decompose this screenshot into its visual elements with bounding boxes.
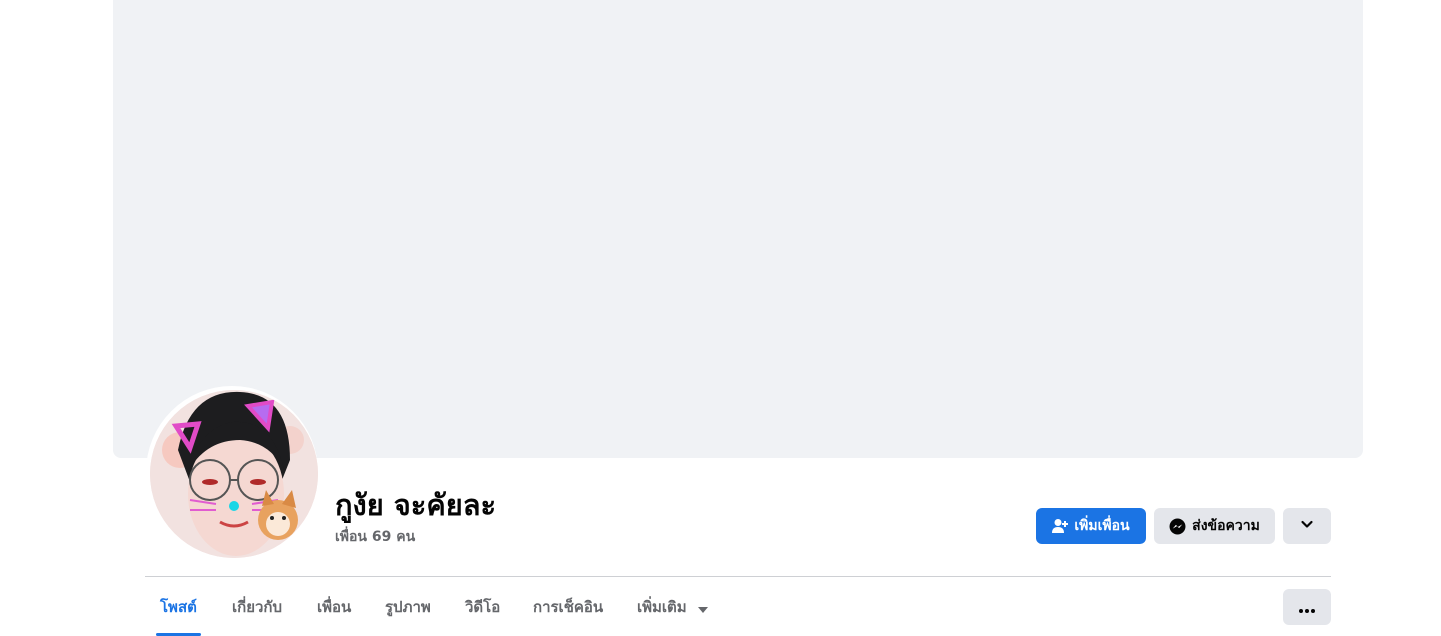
message-button[interactable]: ส่งข้อความ xyxy=(1154,508,1275,544)
tabs-overflow-button[interactable] xyxy=(1283,589,1331,625)
tab-about-label: เกี่ยวกับ xyxy=(232,598,283,616)
tab-about[interactable]: เกี่ยวกับ xyxy=(232,588,282,628)
tab-photos[interactable]: รูปภาพ xyxy=(385,588,431,628)
profile-avatar[interactable] xyxy=(150,390,318,558)
profile-divider xyxy=(145,576,1331,577)
tab-more[interactable]: เพิ่มเติม xyxy=(637,588,708,628)
friends-count[interactable]: เพื่อน 69 คน xyxy=(335,526,415,548)
tab-more-label: เพิ่มเติม xyxy=(637,598,687,616)
ellipsis-icon xyxy=(1299,598,1315,617)
user-plus-icon xyxy=(1052,518,1069,534)
tab-posts-label: โพสต์ xyxy=(160,598,197,616)
profile-name: กูงัย จะคัยละ xyxy=(335,488,497,522)
tab-videos[interactable]: วิดีโอ xyxy=(465,588,500,628)
tab-photos-label: รูปภาพ xyxy=(385,598,431,616)
profile-dropdown-button[interactable] xyxy=(1283,508,1331,544)
message-label: ส่งข้อความ xyxy=(1192,518,1260,534)
cover-photo[interactable] xyxy=(113,0,1363,458)
tab-checkins-label: การเช็คอิน xyxy=(533,598,604,616)
avatar-image xyxy=(150,390,318,558)
add-friend-label: เพิ่มเพื่อน xyxy=(1074,518,1130,534)
caret-down-icon xyxy=(697,589,708,627)
tab-checkins[interactable]: การเช็คอิน xyxy=(533,588,603,628)
tab-videos-label: วิดีโอ xyxy=(465,598,501,616)
tab-friends-label: เพื่อน xyxy=(317,598,352,616)
add-friend-button[interactable]: เพิ่มเพื่อน xyxy=(1036,508,1146,544)
chevron-down-icon xyxy=(1300,517,1314,535)
tab-friends[interactable]: เพื่อน xyxy=(317,588,351,628)
tab-posts[interactable]: โพสต์ xyxy=(156,588,201,636)
messenger-icon xyxy=(1169,518,1186,535)
